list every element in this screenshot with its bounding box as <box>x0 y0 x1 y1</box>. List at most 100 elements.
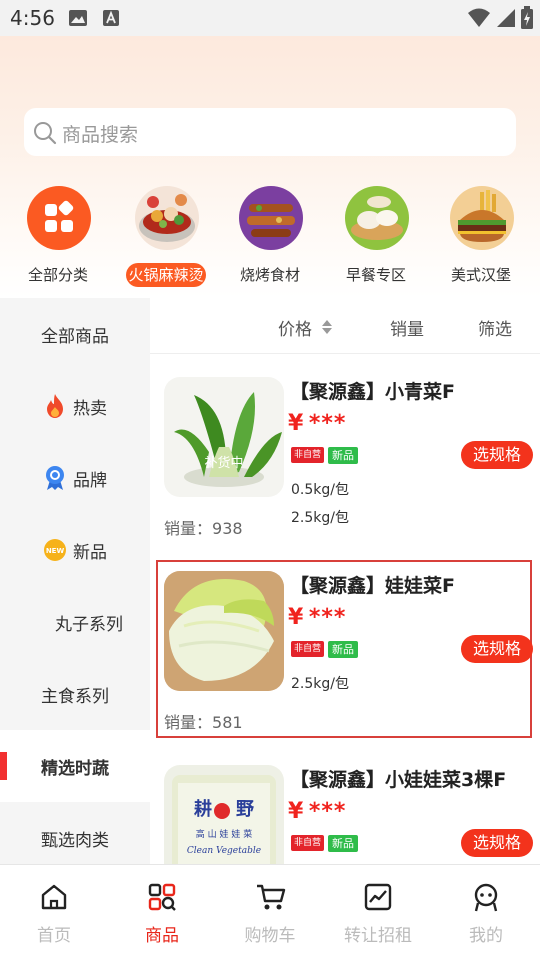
package-english: Clean Vegetable <box>187 846 261 856</box>
tag-new: 新品 <box>328 641 359 658</box>
package-brand-left: 耕 <box>194 798 212 820</box>
nav-label: 转让招租 <box>344 926 412 946</box>
sidebar-item-new[interactable]: NEW 新品 <box>0 514 150 586</box>
cart-icon <box>257 884 286 910</box>
sort-sales-button[interactable]: 销量 <box>390 315 424 340</box>
package-subtitle: 高 山 娃 娃 菜 <box>196 828 252 840</box>
sidebar-item-staple[interactable]: 主食系列 <box>0 658 150 730</box>
category-strip: 全部分类 火锅麻辣烫 烧烤食材 早餐专区 美式汉堡 <box>0 186 540 296</box>
hotpot-image <box>135 186 199 250</box>
product-image: 补货中 <box>164 377 284 497</box>
nav-products[interactable]: 商品 <box>108 865 216 960</box>
category-bbq[interactable]: 烧烤食材 <box>216 186 324 291</box>
product-sales: 销量：581 <box>164 709 243 733</box>
nav-label: 我的 <box>469 926 503 946</box>
bbq-image <box>239 186 303 250</box>
nav-label: 商品 <box>145 926 179 946</box>
bottom-nav: 首页 商品 购物车 转让招租 我的 <box>0 864 540 960</box>
category-hotpot[interactable]: 火锅麻辣烫 <box>112 186 220 291</box>
status-time: 4:56 <box>10 6 55 30</box>
nav-home[interactable]: 首页 <box>0 865 108 960</box>
category-label-active: 火锅麻辣烫 <box>126 263 206 287</box>
price-value: *** <box>308 411 347 436</box>
sidebar-item-vegetables[interactable]: 精选时蔬 <box>0 730 150 802</box>
product-image <box>164 571 284 691</box>
product-tags: 非自营 新品 <box>291 447 359 464</box>
image-watermark: 补货中 <box>204 455 243 471</box>
tag-third-party: 非自营 <box>291 641 325 657</box>
search-input[interactable]: 商品搜索 <box>24 108 516 156</box>
product-name: 【聚源鑫】小娃娃菜3棵F <box>290 769 507 791</box>
category-breakfast[interactable]: 早餐专区 <box>322 186 430 291</box>
category-burger[interactable]: 美式汉堡 <box>427 186 535 291</box>
price-symbol: ¥ <box>288 411 304 436</box>
battery-charging-icon <box>520 6 534 34</box>
product-tags: 非自营 新品 <box>291 835 359 852</box>
sidebar-item-all[interactable]: 全部商品 <box>0 298 150 370</box>
profile-icon <box>474 883 498 912</box>
price-symbol: ¥ <box>288 799 304 824</box>
sort-bar: 价格 销量 筛选 <box>150 298 540 354</box>
price-symbol: ¥ <box>288 605 304 630</box>
sidebar-item-label: 甄选肉类 <box>41 830 109 851</box>
package-brand-right: 野 <box>236 799 254 820</box>
select-spec-button[interactable]: 选规格 <box>461 441 533 469</box>
category-label: 美式汉堡 <box>450 266 511 284</box>
select-spec-button[interactable]: 选规格 <box>461 635 533 663</box>
select-spec-button[interactable]: 选规格 <box>461 829 533 857</box>
product-spec: 2.5kg/包 <box>291 510 349 526</box>
home-icon <box>41 884 67 910</box>
breakfast-image <box>345 186 409 250</box>
sidebar-item-label: 主食系列 <box>41 686 109 707</box>
search-icon <box>34 122 57 145</box>
sidebar-item-hot[interactable]: 热卖 <box>0 370 150 442</box>
category-all[interactable]: 全部分类 <box>4 186 112 291</box>
product-price: ¥ *** <box>288 799 346 824</box>
tag-new: 新品 <box>328 447 359 464</box>
sort-price-button[interactable]: 价格 <box>278 315 312 340</box>
tag-third-party: 非自营 <box>291 835 325 851</box>
nav-label: 首页 <box>37 926 71 946</box>
sales-label: 销量： <box>164 519 213 538</box>
svg-text:NEW: NEW <box>46 547 65 555</box>
header: 商品搜索 全部分类 火锅麻辣烫 烧烤食材 早餐专区 美式汉堡 <box>0 36 540 298</box>
product-card[interactable]: 补货中 【聚源鑫】小青菜F ¥ *** 非自营 新品 选规格 0.5kg/包 2… <box>150 355 540 549</box>
burger-image <box>450 186 514 250</box>
price-value: *** <box>308 605 347 630</box>
sidebar-item-label: 新品 <box>73 542 107 563</box>
product-name: 【聚源鑫】娃娃菜F <box>290 575 455 597</box>
sort-arrows-icon <box>322 320 332 334</box>
fire-icon <box>43 393 67 419</box>
product-card-selected[interactable]: 【聚源鑫】娃娃菜F ¥ *** 非自营 新品 选规格 2.5kg/包 销量：58… <box>150 559 540 753</box>
product-tags: 非自营 新品 <box>291 641 359 658</box>
price-value: *** <box>308 799 347 824</box>
sidebar-item-label: 全部商品 <box>41 326 109 347</box>
text-notification-icon <box>102 9 120 31</box>
sales-count: 581 <box>212 713 243 732</box>
nav-cart[interactable]: 购物车 <box>216 865 324 960</box>
sidebar-item-meat[interactable]: 甄选肉类 <box>0 802 150 864</box>
filter-button[interactable]: 筛选 <box>478 315 512 340</box>
sidebar-item-brand[interactable]: 品牌 <box>0 442 150 514</box>
product-spec: 2.5kg/包 <box>291 676 349 692</box>
sidebar-item-label: 精选时蔬 <box>41 758 109 779</box>
nav-mine[interactable]: 我的 <box>432 865 540 960</box>
category-label: 全部分类 <box>27 266 88 284</box>
chart-trend-icon <box>364 883 392 911</box>
sidebar-item-label: 丸子系列 <box>55 614 123 635</box>
product-price: ¥ *** <box>288 411 346 436</box>
product-name: 【聚源鑫】小青菜F <box>290 381 455 403</box>
category-sidebar: 全部商品 热卖 品牌 NEW 新品 丸子系列 主食系列 精选时蔬 甄选肉类 <box>0 298 150 864</box>
product-card[interactable]: 耕 野 高 山 娃 娃 菜 Clean Vegetable 【聚源鑫】小娃娃菜3… <box>150 753 540 864</box>
signal-icon <box>496 8 516 32</box>
sort-price-label: 价格 <box>278 320 312 340</box>
tag-new: 新品 <box>328 835 359 852</box>
nav-transfer-rent[interactable]: 转让招租 <box>324 865 432 960</box>
product-list: 补货中 【聚源鑫】小青菜F ¥ *** 非自营 新品 选规格 0.5kg/包 2… <box>150 355 540 864</box>
sidebar-item-balls[interactable]: 丸子系列 <box>0 586 150 658</box>
products-grid-icon <box>148 883 176 911</box>
tag-third-party: 非自营 <box>291 447 325 463</box>
sales-label: 销量： <box>164 713 213 732</box>
medal-icon <box>43 465 67 491</box>
nav-label: 购物车 <box>244 926 296 946</box>
